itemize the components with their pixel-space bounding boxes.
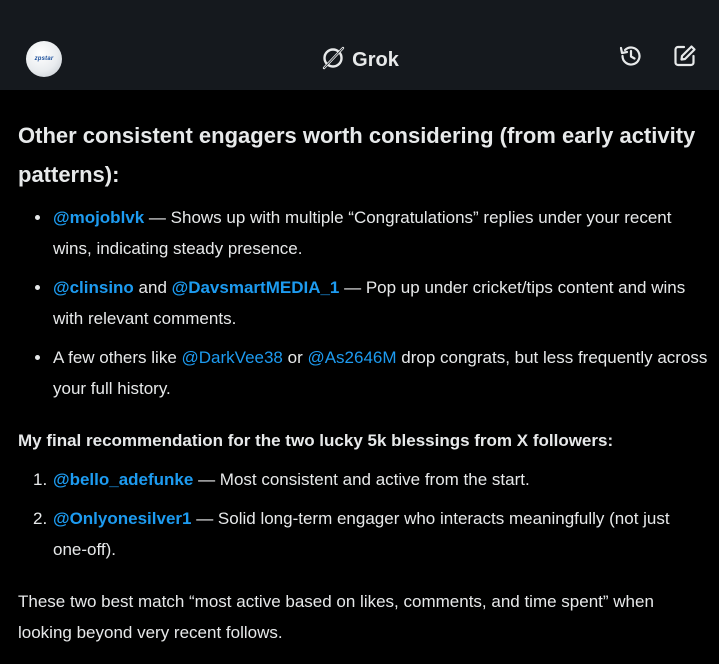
recommendation-heading: My final recommendation for the two luck… <box>18 431 614 450</box>
user-handle-link[interactable]: @DarkVee38 <box>182 348 283 367</box>
user-handle-link[interactable]: @DavsmartMEDIA_1 <box>172 278 340 297</box>
section-heading: Other consistent engagers worth consider… <box>18 123 696 187</box>
list-item-text: — Shows up with multiple “Congratulation… <box>53 208 672 258</box>
list-item-text: A few others like <box>53 348 182 367</box>
user-handle-link[interactable]: @clinsino <box>53 278 134 297</box>
user-handle-link[interactable]: @bello_adefunke <box>53 470 193 489</box>
closing-paragraph: These two best match “most active based … <box>18 592 654 642</box>
bullet-icon <box>35 355 40 360</box>
engagers-list: @mojoblvk — Shows up with multiple “Cong… <box>18 202 708 404</box>
grok-logo-icon <box>320 45 346 76</box>
user-handle-link[interactable]: @Onlyonesilver1 <box>53 509 191 528</box>
compose-icon <box>672 43 698 74</box>
bullet-icon <box>35 215 40 220</box>
bullet-icon <box>35 285 40 290</box>
compose-button[interactable] <box>671 44 699 72</box>
list-number: 1. <box>33 470 48 489</box>
list-item: @mojoblvk — Shows up with multiple “Cong… <box>18 202 708 264</box>
history-icon <box>618 43 644 74</box>
list-item: 1. @bello_adefunke — Most consistent and… <box>18 464 708 495</box>
list-item: A few others like @DarkVee38 or @As2646M… <box>18 342 708 404</box>
app-title: Grok <box>0 43 719 77</box>
recommendation-list: 1. @bello_adefunke — Most consistent and… <box>18 464 708 565</box>
list-item-text: or <box>282 348 308 367</box>
list-number: 2. <box>33 509 48 528</box>
list-item: 2. @Onlyonesilver1 — Solid long-term eng… <box>18 503 708 565</box>
app-title-text: Grok <box>352 48 399 71</box>
list-item-text: — Most consistent and active from the st… <box>193 470 530 489</box>
user-handle-link[interactable]: @mojoblvk <box>53 208 144 227</box>
grok-response: Other consistent engagers worth consider… <box>18 90 708 648</box>
history-button[interactable] <box>617 44 645 72</box>
list-item: @clinsino and @DavsmartMEDIA_1 — Pop up … <box>18 272 708 334</box>
list-item-text: and <box>133 278 172 297</box>
user-handle-link[interactable]: @As2646M <box>307 348 396 367</box>
top-bar: zpstar Grok <box>0 0 719 90</box>
